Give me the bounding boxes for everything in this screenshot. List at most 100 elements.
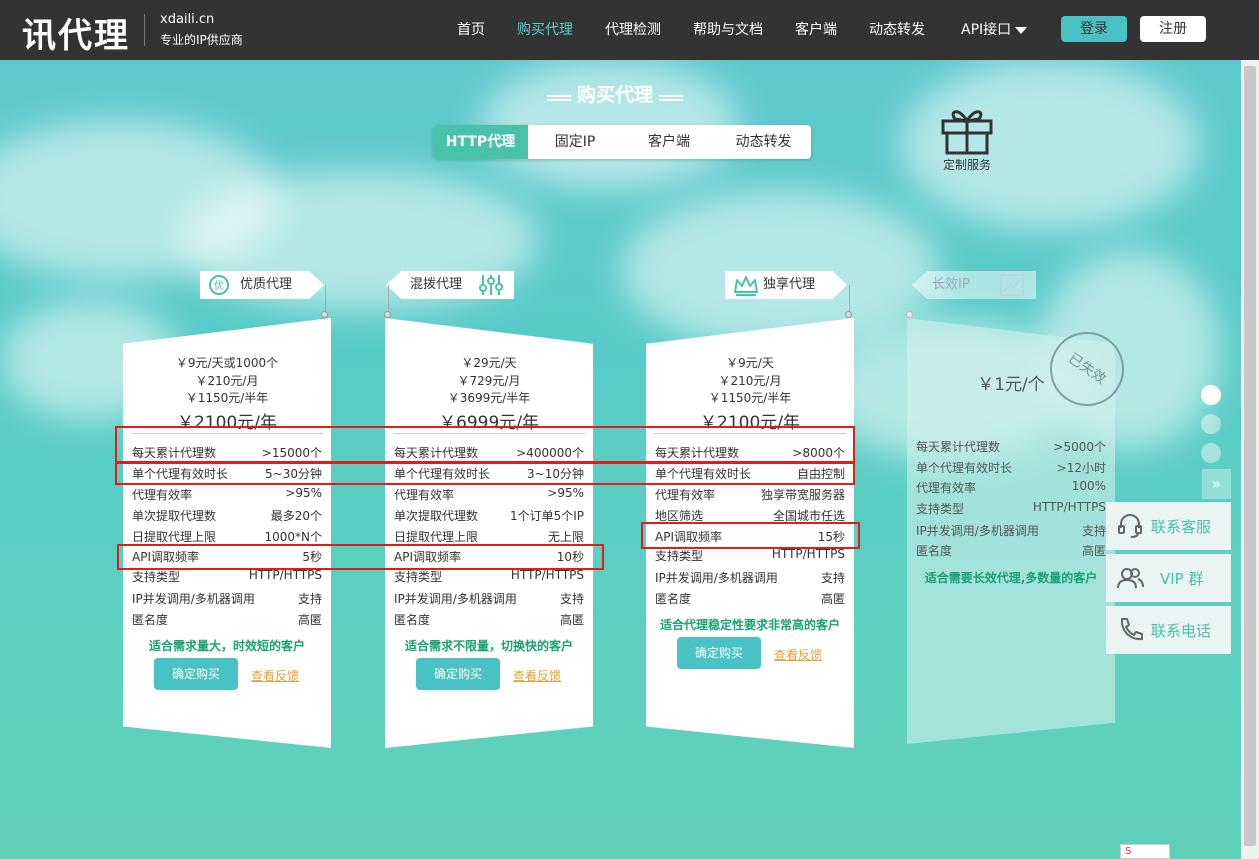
- spec-row: 单次提取代理数 最多20个: [132, 509, 322, 523]
- price-halfyear: ￥3699元/半年: [447, 391, 531, 405]
- product-tabs: HTTP代理 固定IP 客户端 动态转发: [433, 125, 811, 159]
- users-icon: [1116, 564, 1144, 596]
- highlight-box: [115, 426, 855, 463]
- price-month: ￥210元/月: [195, 374, 259, 388]
- feedback-link[interactable]: 查看反馈: [513, 667, 561, 684]
- tag-long-ip: 长效IP: [912, 271, 1036, 299]
- nav-api-label: API接口: [961, 22, 1012, 38]
- card-quality-proxy: ￥9元/天或1000个 ￥210元/月 ￥1150元/半年 ￥2100元/年 每…: [123, 318, 331, 748]
- login-button[interactable]: 登录: [1061, 16, 1127, 42]
- spec-row: 支持类型 HTTP/HTTPS: [655, 547, 845, 563]
- spec-row: 匿名度 高匿: [655, 592, 845, 606]
- spec-row: 支持类型 HTTP/HTTPS: [394, 568, 584, 584]
- chevron-down-icon: [1015, 26, 1028, 34]
- scrollbar-thumb[interactable]: [1244, 66, 1256, 846]
- spec-row: 单次提取代理数 1个订单5个IP: [394, 509, 584, 523]
- spec-row: IP并发调用/多机器调用 支持: [655, 571, 845, 585]
- tag-label: 长效IP: [932, 277, 970, 292]
- sogou-ime-icon[interactable]: S: [1120, 844, 1170, 859]
- price-month: ￥210元/月: [718, 374, 782, 388]
- spec-row: 匿名度 高匿: [916, 544, 1106, 558]
- top-header: 讯代理 xdaili.cn 专业的IP供应商 首页 购买代理 代理检测 帮助与文…: [0, 0, 1259, 60]
- carousel-dot[interactable]: [1201, 385, 1221, 405]
- spec-row: 代理有效率 100%: [916, 479, 1106, 495]
- vip-group-label: VIP 群: [1160, 570, 1204, 588]
- chart-icon: [1000, 274, 1024, 299]
- spec-row: IP并发调用/多机器调用 支持: [394, 592, 584, 606]
- logo[interactable]: 讯代理: [22, 8, 130, 57]
- contact-phone-button[interactable]: 联系电话: [1106, 606, 1231, 654]
- feedback-link[interactable]: 查看反馈: [251, 667, 299, 684]
- logo-domain: xdaili.cn: [160, 12, 215, 27]
- title-deco-left: [546, 94, 571, 97]
- nav-api[interactable]: API接口: [961, 0, 1028, 60]
- carousel-dot[interactable]: [1201, 443, 1221, 463]
- card-mixed-proxy: ￥29元/天 ￥729元/月 ￥3699元/半年 ￥6999元/年 每天累计代理…: [385, 318, 593, 748]
- pin: [906, 311, 913, 318]
- gift-icon: [941, 110, 993, 155]
- nav-buy-proxy[interactable]: 购买代理: [517, 0, 573, 60]
- tab-client[interactable]: 客户端: [622, 125, 716, 159]
- highlight-box: [117, 544, 604, 570]
- highlight-box: [641, 522, 860, 549]
- tab-fixed-ip[interactable]: 固定IP: [528, 125, 622, 159]
- price-halfyear: ￥1150元/半年: [708, 391, 792, 405]
- logo-slogan: 专业的IP供应商: [160, 33, 243, 47]
- nav-home[interactable]: 首页: [457, 0, 485, 60]
- quality-badge-icon: 优: [208, 274, 230, 299]
- tag-label: 混拨代理: [410, 277, 463, 292]
- nav-proxy-check[interactable]: 代理检测: [605, 0, 661, 60]
- nav-dynamic-forward[interactable]: 动态转发: [869, 0, 925, 60]
- spec-row: 代理有效率 独享带宽服务器: [655, 488, 845, 502]
- logo-divider: [144, 14, 145, 46]
- headset-icon: [1116, 512, 1144, 544]
- contact-service-label: 联系客服: [1151, 518, 1212, 536]
- nav-help-docs[interactable]: 帮助与文档: [693, 0, 763, 60]
- tab-http-proxy[interactable]: HTTP代理: [433, 125, 528, 159]
- contact-service-button[interactable]: 联系客服: [1106, 502, 1231, 550]
- custom-service[interactable]: [938, 103, 996, 158]
- highlight-box: [115, 462, 855, 485]
- svg-text:优: 优: [214, 279, 224, 292]
- spec-row: 支持类型 HTTP/HTTPS: [916, 500, 1106, 516]
- pin: [384, 311, 391, 318]
- vip-group-button[interactable]: VIP 群: [1106, 554, 1231, 602]
- tag-label: 优质代理: [240, 277, 293, 292]
- spec-row: 单个代理有效时长 >12小时: [916, 461, 1106, 475]
- price-halfyear: ￥1150元/半年: [185, 391, 269, 405]
- spec-row: 匿名度 高匿: [132, 613, 322, 627]
- page-title-text: 购买代理: [576, 84, 653, 106]
- buy-button[interactable]: 确定购买: [154, 658, 238, 690]
- expand-sidebar-button[interactable]: »: [1202, 469, 1231, 499]
- phone-icon: [1116, 616, 1144, 648]
- tag-exclusive-proxy: 独享代理: [725, 271, 847, 299]
- buy-button[interactable]: 确定购买: [416, 658, 500, 690]
- spec-row: 每天累计代理数 >5000个: [916, 440, 1106, 454]
- carousel-dot[interactable]: [1201, 414, 1221, 434]
- tag-mixed-proxy: 混拨代理: [386, 271, 514, 299]
- suitable-text: 适合需求量大，时效短的客户: [148, 639, 305, 653]
- page-title: 购买代理: [0, 80, 1230, 107]
- contact-phone-label: 联系电话: [1151, 622, 1212, 640]
- tag-label: 独享代理: [763, 277, 816, 292]
- spec-row: 代理有效率 >95%: [132, 486, 322, 502]
- price-day: ￥9元/天: [726, 356, 774, 370]
- pin: [845, 311, 852, 318]
- spec-row: 支持类型 HTTP/HTTPS: [132, 568, 322, 584]
- spec-row: IP并发调用/多机器调用 支持: [132, 592, 322, 606]
- register-button[interactable]: 注册: [1140, 16, 1206, 42]
- suitable-text: 适合需要长效代理,多数量的客户: [924, 571, 1098, 585]
- suitable-text: 适合需求不限量，切换快的客户: [404, 639, 573, 653]
- price-day: ￥29元/天: [461, 356, 517, 370]
- tag-quality-proxy: 优 优质代理: [200, 271, 324, 299]
- tab-dynamic-forward[interactable]: 动态转发: [716, 125, 811, 159]
- spec-row: IP并发调用/多机器调用 支持: [916, 524, 1106, 538]
- spec-row: 匿名度 高匿: [394, 613, 584, 627]
- pin: [321, 311, 328, 318]
- title-deco-right: [659, 94, 683, 97]
- nav-client[interactable]: 客户端: [795, 0, 837, 60]
- feedback-link[interactable]: 查看反馈: [774, 646, 822, 663]
- buy-button[interactable]: 确定购买: [677, 637, 761, 669]
- suitable-text: 适合代理稳定性要求非常高的客户: [659, 618, 840, 632]
- custom-service-label[interactable]: 定制服务: [928, 156, 1006, 173]
